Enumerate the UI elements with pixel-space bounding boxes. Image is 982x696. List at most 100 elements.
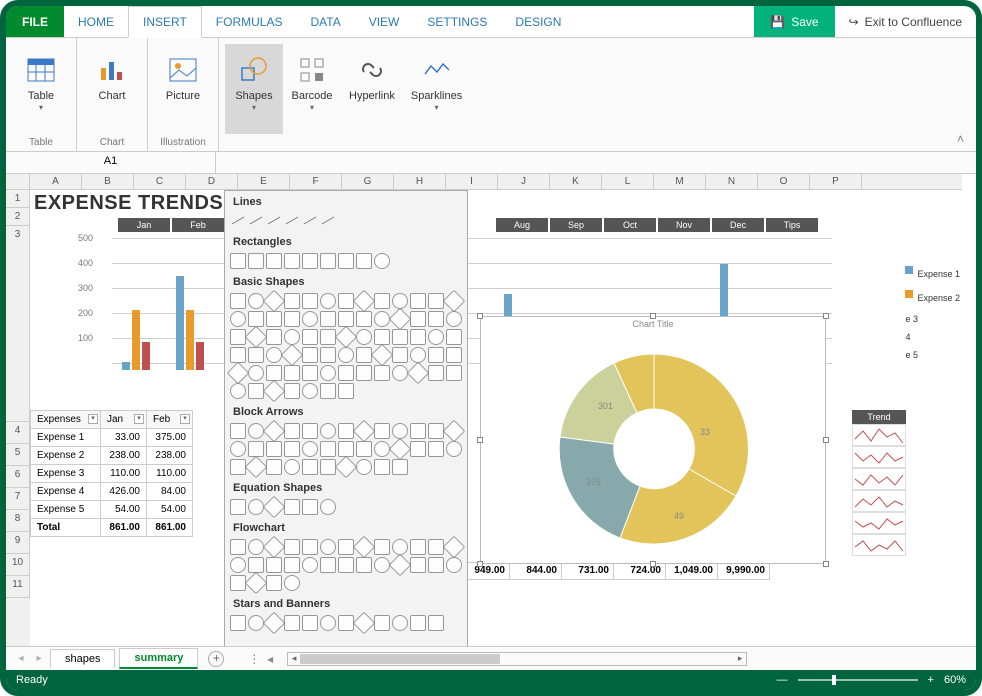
filter-button[interactable]: ▾ [180, 414, 190, 424]
shape-option[interactable] [248, 213, 264, 229]
shape-option[interactable] [320, 615, 336, 631]
shape-option[interactable] [248, 499, 264, 515]
save-button[interactable]: 💾 Save [754, 6, 834, 37]
col-header[interactable]: J [498, 174, 550, 189]
shape-option[interactable] [356, 329, 372, 345]
shape-option[interactable] [320, 253, 336, 269]
shape-option[interactable] [443, 420, 466, 443]
shape-option[interactable] [374, 615, 390, 631]
row-header[interactable]: 5 [6, 444, 30, 466]
zoom-thumb[interactable] [832, 675, 836, 685]
col-header[interactable]: O [758, 174, 810, 189]
table-row[interactable]: Expense 2238.00238.00 [31, 447, 193, 465]
shape-option[interactable] [410, 347, 426, 363]
shape-option[interactable] [302, 329, 318, 345]
horizontal-scrollbar[interactable]: ◂ ▸ [287, 652, 747, 666]
shape-option[interactable] [392, 329, 408, 345]
sheet-tab[interactable]: summary [119, 648, 198, 669]
tab-data[interactable]: DATA [296, 6, 354, 37]
shape-option[interactable] [338, 253, 354, 269]
tab-formulas[interactable]: FORMULAS [202, 6, 297, 37]
shape-option[interactable] [338, 383, 354, 399]
shape-option[interactable] [230, 423, 246, 439]
shape-option[interactable] [374, 311, 390, 327]
tab-design[interactable]: DESIGN [501, 6, 575, 37]
total-cell[interactable]: 1,049.00 [666, 562, 718, 580]
shape-option[interactable] [410, 539, 426, 555]
shape-option[interactable] [428, 441, 444, 457]
shape-option[interactable] [302, 539, 318, 555]
shape-option[interactable] [284, 329, 300, 345]
shape-option[interactable] [248, 423, 264, 439]
shape-option[interactable] [248, 383, 264, 399]
filter-button[interactable]: ▾ [134, 414, 144, 424]
shape-option[interactable] [374, 253, 390, 269]
file-menu[interactable]: FILE [6, 6, 64, 37]
shape-option[interactable] [374, 557, 390, 573]
col-header[interactable]: D [186, 174, 238, 189]
shape-option[interactable] [284, 311, 300, 327]
row-header[interactable]: 8 [6, 510, 30, 532]
shape-option[interactable] [284, 575, 300, 591]
table-row[interactable]: Expense 3110.00110.00 [31, 465, 193, 483]
shape-option[interactable] [392, 615, 408, 631]
resize-handle[interactable] [477, 561, 483, 567]
shape-option[interactable] [230, 213, 246, 229]
shape-option[interactable] [320, 539, 336, 555]
shape-option[interactable] [248, 311, 264, 327]
table-total-row[interactable]: Total861.00861.00 [31, 519, 193, 537]
insert-table-button[interactable]: Table ▾ [12, 44, 70, 134]
shape-option[interactable] [302, 383, 318, 399]
shape-option[interactable] [266, 365, 282, 381]
row-header[interactable]: 3 [6, 226, 30, 422]
shape-option[interactable] [320, 383, 336, 399]
shape-option[interactable] [392, 293, 408, 309]
shape-option[interactable] [374, 539, 390, 555]
shape-option[interactable] [410, 293, 426, 309]
exit-button[interactable]: ↪ Exit to Confluence [835, 6, 976, 37]
sheet-nav-prev[interactable]: ▸ [32, 653, 46, 664]
shape-option[interactable] [389, 438, 412, 461]
shape-option[interactable] [284, 539, 300, 555]
shape-option[interactable] [299, 554, 322, 577]
shape-option[interactable] [302, 293, 318, 309]
total-cell[interactable]: 731.00 [562, 562, 614, 580]
shape-option[interactable] [335, 456, 358, 479]
shape-option[interactable] [371, 344, 394, 367]
col-header[interactable]: I [446, 174, 498, 189]
shape-option[interactable] [338, 557, 354, 573]
shape-option[interactable] [410, 423, 426, 439]
shape-option[interactable] [446, 365, 462, 381]
insert-sparklines-button[interactable]: Sparklines ▾ [403, 44, 470, 134]
shape-option[interactable] [335, 326, 358, 349]
shape-option[interactable] [338, 311, 354, 327]
shape-option[interactable] [410, 329, 426, 345]
shape-option[interactable] [230, 383, 246, 399]
col-header[interactable]: G [342, 174, 394, 189]
shape-option[interactable] [248, 293, 264, 309]
shape-option[interactable] [446, 311, 462, 327]
shape-option[interactable] [230, 311, 246, 327]
donut-chart-object[interactable]: Chart Title 33 49 375 301 [480, 316, 826, 564]
shape-option[interactable] [248, 365, 264, 381]
col-header[interactable]: A [30, 174, 82, 189]
row-header[interactable]: 1 [6, 190, 30, 208]
shape-option[interactable] [302, 253, 318, 269]
shape-option[interactable] [338, 293, 354, 309]
insert-hyperlink-button[interactable]: Hyperlink [341, 44, 403, 134]
zoom-level[interactable]: 60% [944, 674, 966, 686]
insert-barcode-button[interactable]: Barcode ▾ [283, 44, 341, 134]
filter-button[interactable]: ▾ [88, 414, 98, 424]
shape-option[interactable] [263, 612, 286, 635]
shape-option[interactable] [230, 615, 246, 631]
col-header[interactable]: H [394, 174, 446, 189]
shape-option[interactable] [284, 213, 300, 229]
col-header[interactable]: C [134, 174, 186, 189]
shape-option[interactable] [230, 499, 246, 515]
col-header[interactable]: M [654, 174, 706, 189]
shape-option[interactable] [302, 423, 318, 439]
select-all-corner[interactable] [6, 174, 30, 189]
shape-option[interactable] [320, 213, 336, 229]
row-header[interactable]: 11 [6, 576, 30, 598]
shape-option[interactable] [284, 499, 300, 515]
